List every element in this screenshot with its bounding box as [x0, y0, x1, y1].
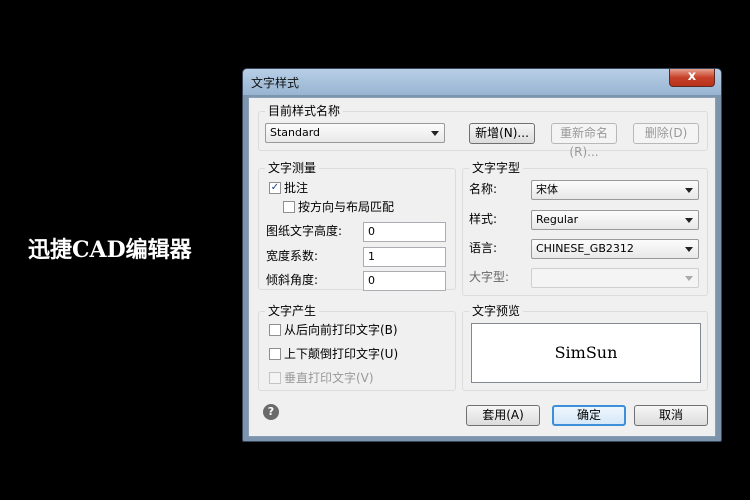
font-name-value: 宋体 [536, 183, 558, 196]
print-upside-down-label: 上下颠倒打印文字(U) [284, 347, 399, 361]
width-factor-input[interactable]: 1 [363, 247, 446, 267]
print-vertical-label: 垂直打印文字(V) [284, 371, 374, 385]
rename-style-button[interactable]: 重新命名(R)... [551, 123, 617, 159]
font-style-value: Regular [536, 213, 579, 226]
dialog-title: 文字样式 [251, 76, 300, 90]
match-layout-checkbox[interactable]: 按方向与布局匹配 [283, 199, 394, 215]
chevron-down-icon [685, 247, 693, 252]
font-style-select[interactable]: Regular [531, 210, 699, 230]
font-group-title: 文字字型 [469, 161, 524, 175]
language-value: CHINESE_GB2312 [536, 242, 634, 255]
checkmark-icon: ✓ [269, 181, 281, 194]
delete-style-button[interactable]: 删除(D) [633, 123, 699, 144]
print-upside-down-checkbox[interactable]: 上下颠倒打印文字(U) [269, 346, 398, 362]
dialog-titlebar[interactable]: 文字样式 x [243, 69, 721, 95]
language-label: 语言: [469, 241, 498, 255]
text-style-dialog: 文字样式 x 目前样式名称 Standard 新增(N)... 重新命名(R).… [242, 68, 722, 442]
print-backwards-label: 从后向前打印文字(B) [284, 323, 398, 337]
paper-height-input[interactable]: 0 [363, 222, 446, 242]
bigfont-select[interactable] [531, 268, 699, 288]
help-icon[interactable]: ? [263, 404, 279, 420]
font-style-label: 样式: [469, 212, 498, 226]
annotate-checkbox[interactable]: ✓ 批注 [269, 180, 308, 196]
oblique-angle-input[interactable]: 0 [363, 271, 446, 291]
width-factor-label: 宽度系数: [266, 249, 319, 263]
chevron-down-icon [685, 188, 693, 193]
app-label: 迅捷CAD编辑器 [28, 237, 192, 263]
text-measure-group-title: 文字测量 [265, 161, 320, 175]
close-icon: x [687, 69, 697, 84]
oblique-angle-label: 倾斜角度: [266, 273, 319, 287]
text-preview-box: SimSun [471, 323, 701, 383]
font-name-label: 名称: [469, 182, 498, 196]
preview-group-title: 文字预览 [469, 304, 524, 318]
style-name-value: Standard [270, 126, 321, 139]
new-style-button[interactable]: 新增(N)... [469, 123, 535, 144]
annotate-label: 批注 [284, 181, 309, 195]
style-name-select[interactable]: Standard [265, 123, 445, 143]
apply-button[interactable]: 套用(A) [466, 405, 540, 426]
dialog-client-area: 目前样式名称 Standard 新增(N)... 重新命名(R)... 删除(D… [248, 97, 716, 437]
language-select[interactable]: CHINESE_GB2312 [531, 239, 699, 259]
chevron-down-icon [685, 218, 693, 223]
chevron-down-icon [431, 131, 439, 136]
cancel-button[interactable]: 取消 [634, 405, 708, 426]
ok-button[interactable]: 确定 [552, 405, 626, 426]
paper-height-label: 图纸文字高度: [266, 224, 343, 238]
print-backwards-checkbox[interactable]: 从后向前打印文字(B) [269, 322, 398, 338]
font-name-select[interactable]: 宋体 [531, 180, 699, 200]
close-button[interactable]: x [669, 69, 715, 87]
bigfont-label: 大字型: [469, 270, 510, 284]
print-vertical-checkbox[interactable]: 垂直打印文字(V) [269, 370, 374, 386]
match-layout-label: 按方向与布局匹配 [298, 200, 395, 214]
current-style-group-title: 目前样式名称 [265, 104, 344, 118]
chevron-down-icon [685, 276, 693, 281]
text-generation-group-title: 文字产生 [265, 304, 320, 318]
